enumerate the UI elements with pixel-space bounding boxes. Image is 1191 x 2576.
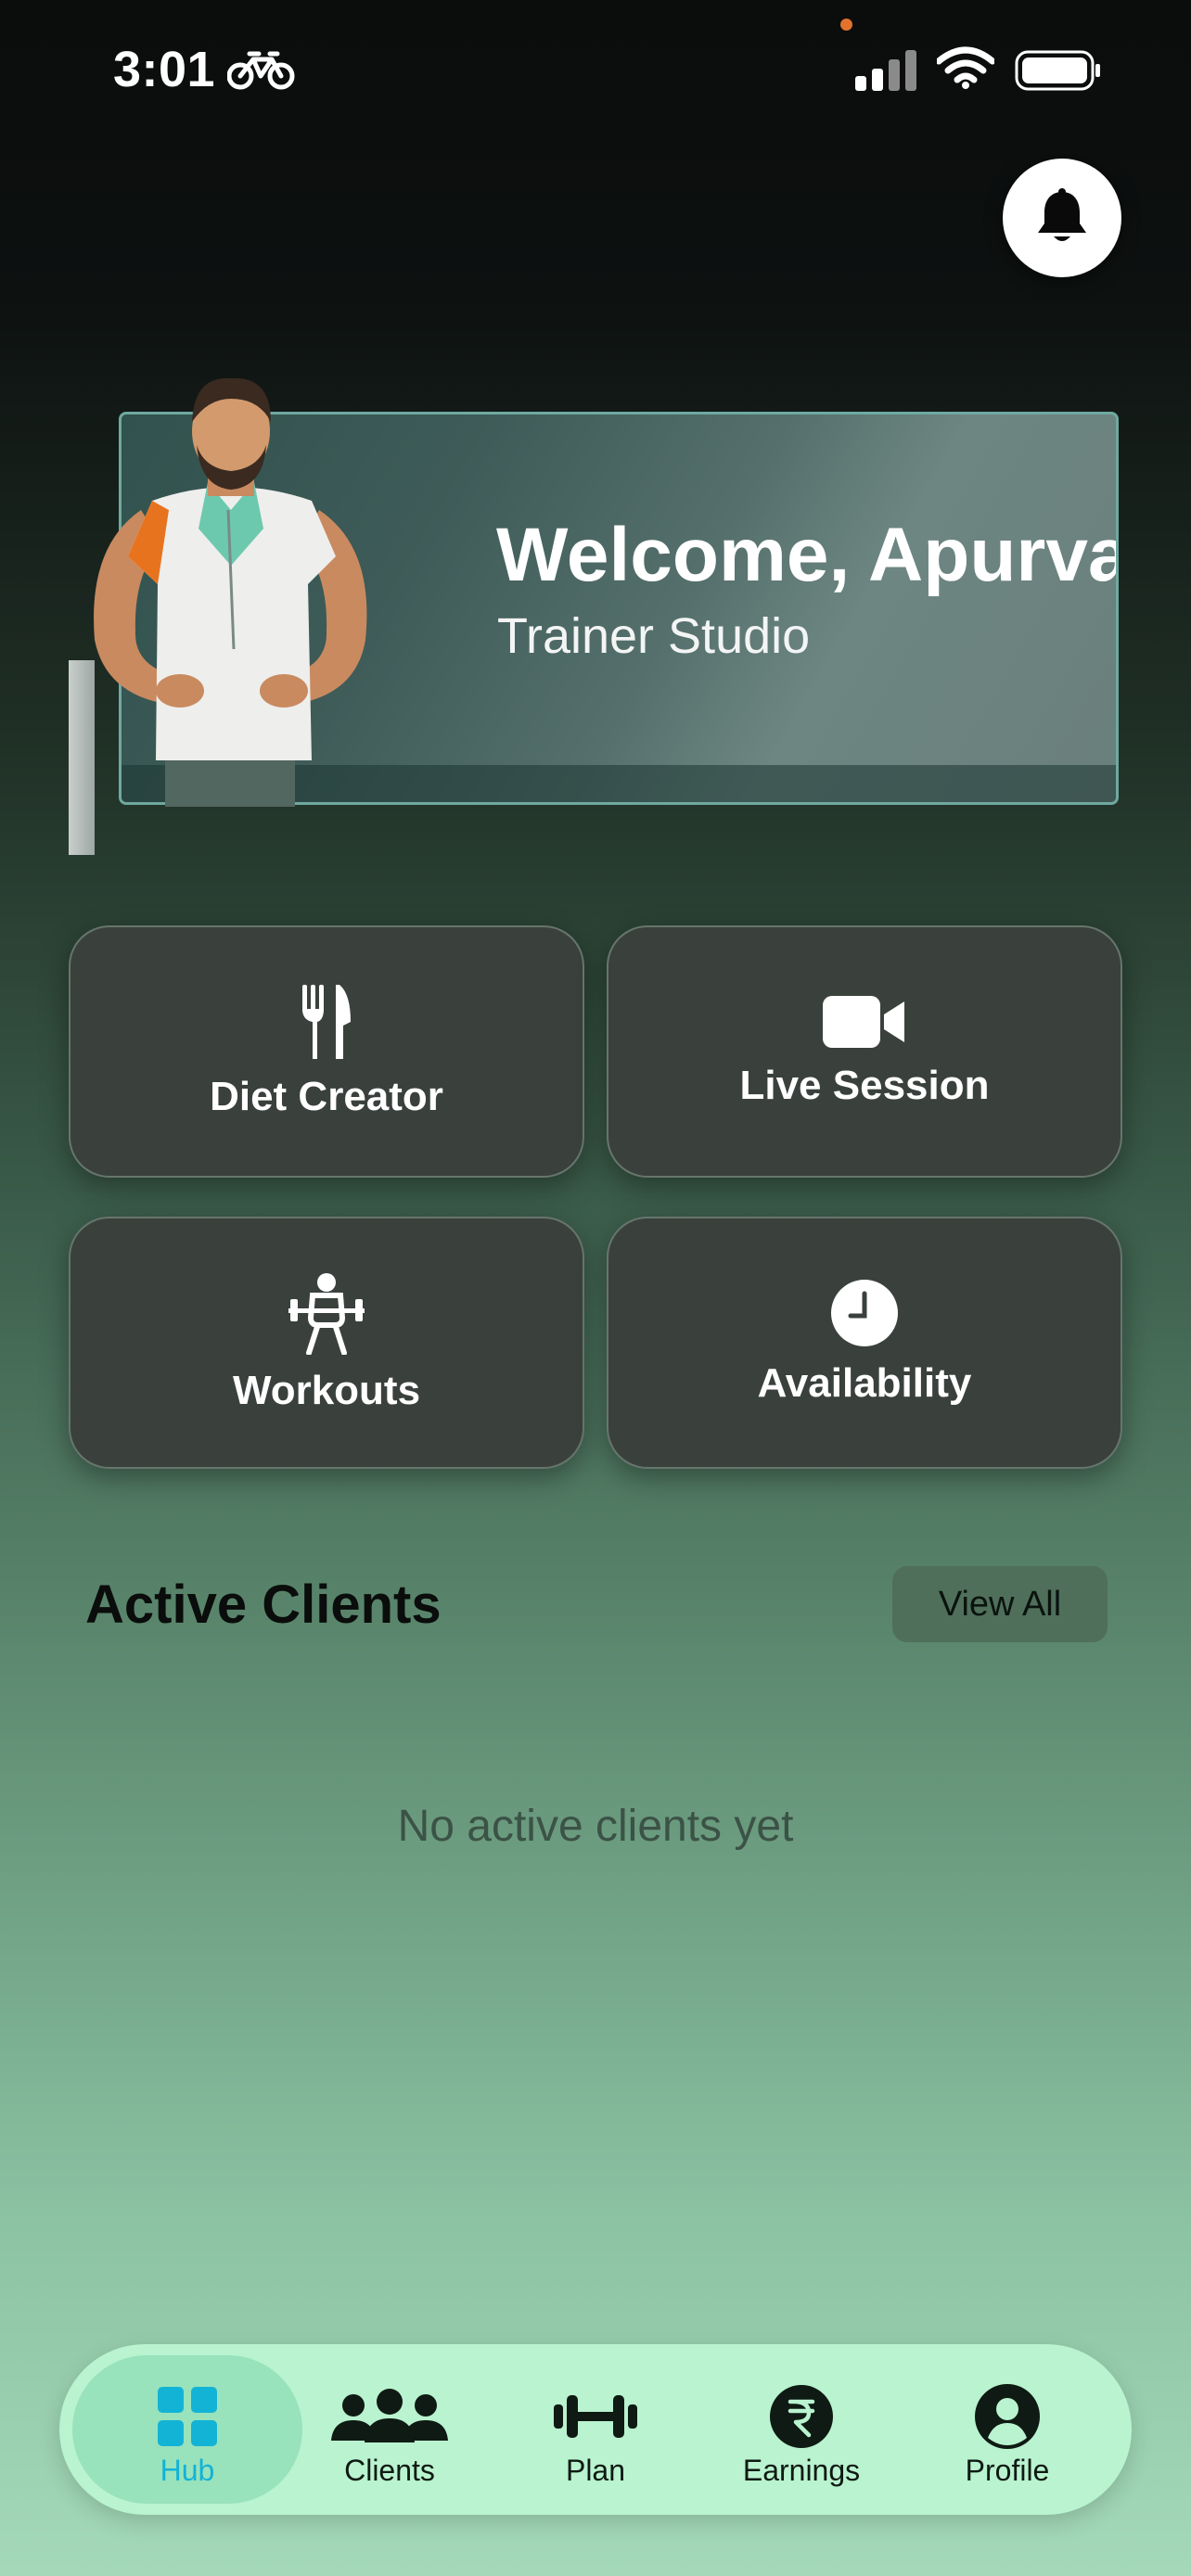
battery-icon — [1015, 50, 1100, 91]
video-camera-icon — [823, 996, 904, 1048]
tab-hub[interactable]: Hub — [72, 2355, 302, 2504]
tab-hub-label: Hub — [160, 2454, 215, 2487]
tab-profile-label: Profile — [965, 2454, 1050, 2487]
tab-clients-label: Clients — [344, 2454, 435, 2487]
live-session-tile[interactable]: Live Session — [607, 925, 1122, 1178]
diet-creator-label: Diet Creator — [210, 1074, 443, 1119]
availability-tile[interactable]: Availability — [607, 1217, 1122, 1469]
bike-icon — [227, 51, 295, 90]
person-icon — [975, 2384, 1040, 2449]
tab-plan[interactable]: Plan — [493, 2355, 698, 2504]
live-session-label: Live Session — [739, 1063, 990, 1108]
clock-icon — [831, 1280, 898, 1346]
grid-icon — [158, 2387, 217, 2446]
workouts-label: Workouts — [232, 1368, 421, 1413]
camera-indicator — [840, 19, 852, 31]
view-all-button[interactable]: View All — [892, 1566, 1108, 1642]
welcome-banner: Welcome, Apurva Trainer Studio — [69, 371, 1122, 872]
status-bar: 3:01 — [0, 0, 1191, 139]
tab-clients[interactable]: Clients — [288, 2355, 492, 2504]
fork-knife-icon — [302, 985, 351, 1059]
wifi-icon — [937, 46, 994, 89]
rupee-icon — [770, 2385, 833, 2448]
active-clients-title: Active Clients — [85, 1575, 442, 1635]
bottom-tab-bar: Hub Clients Plan Earnings Profile — [59, 2344, 1132, 2515]
workouts-tile[interactable]: Workouts — [69, 1217, 584, 1469]
welcome-title: Welcome, Apurva — [496, 513, 1119, 597]
tab-earnings-label: Earnings — [742, 2454, 861, 2487]
empty-state-text: No active clients yet — [397, 1802, 794, 1851]
tab-earnings[interactable]: Earnings — [699, 2355, 903, 2504]
dumbbell-icon — [554, 2395, 637, 2438]
status-time: 3:01 — [113, 42, 216, 97]
signal-icon — [855, 50, 916, 91]
tab-plan-label: Plan — [565, 2454, 626, 2487]
weightlifter-icon — [288, 1273, 365, 1355]
bell-icon — [1038, 188, 1086, 241]
notification-button[interactable] — [1003, 159, 1121, 277]
people-icon — [331, 2389, 448, 2442]
welcome-subtitle: Trainer Studio — [497, 608, 811, 664]
trainer-illustration — [94, 377, 367, 807]
diet-creator-tile[interactable]: Diet Creator — [69, 925, 584, 1178]
tab-profile[interactable]: Profile — [905, 2355, 1109, 2504]
availability-label: Availability — [757, 1360, 972, 1406]
